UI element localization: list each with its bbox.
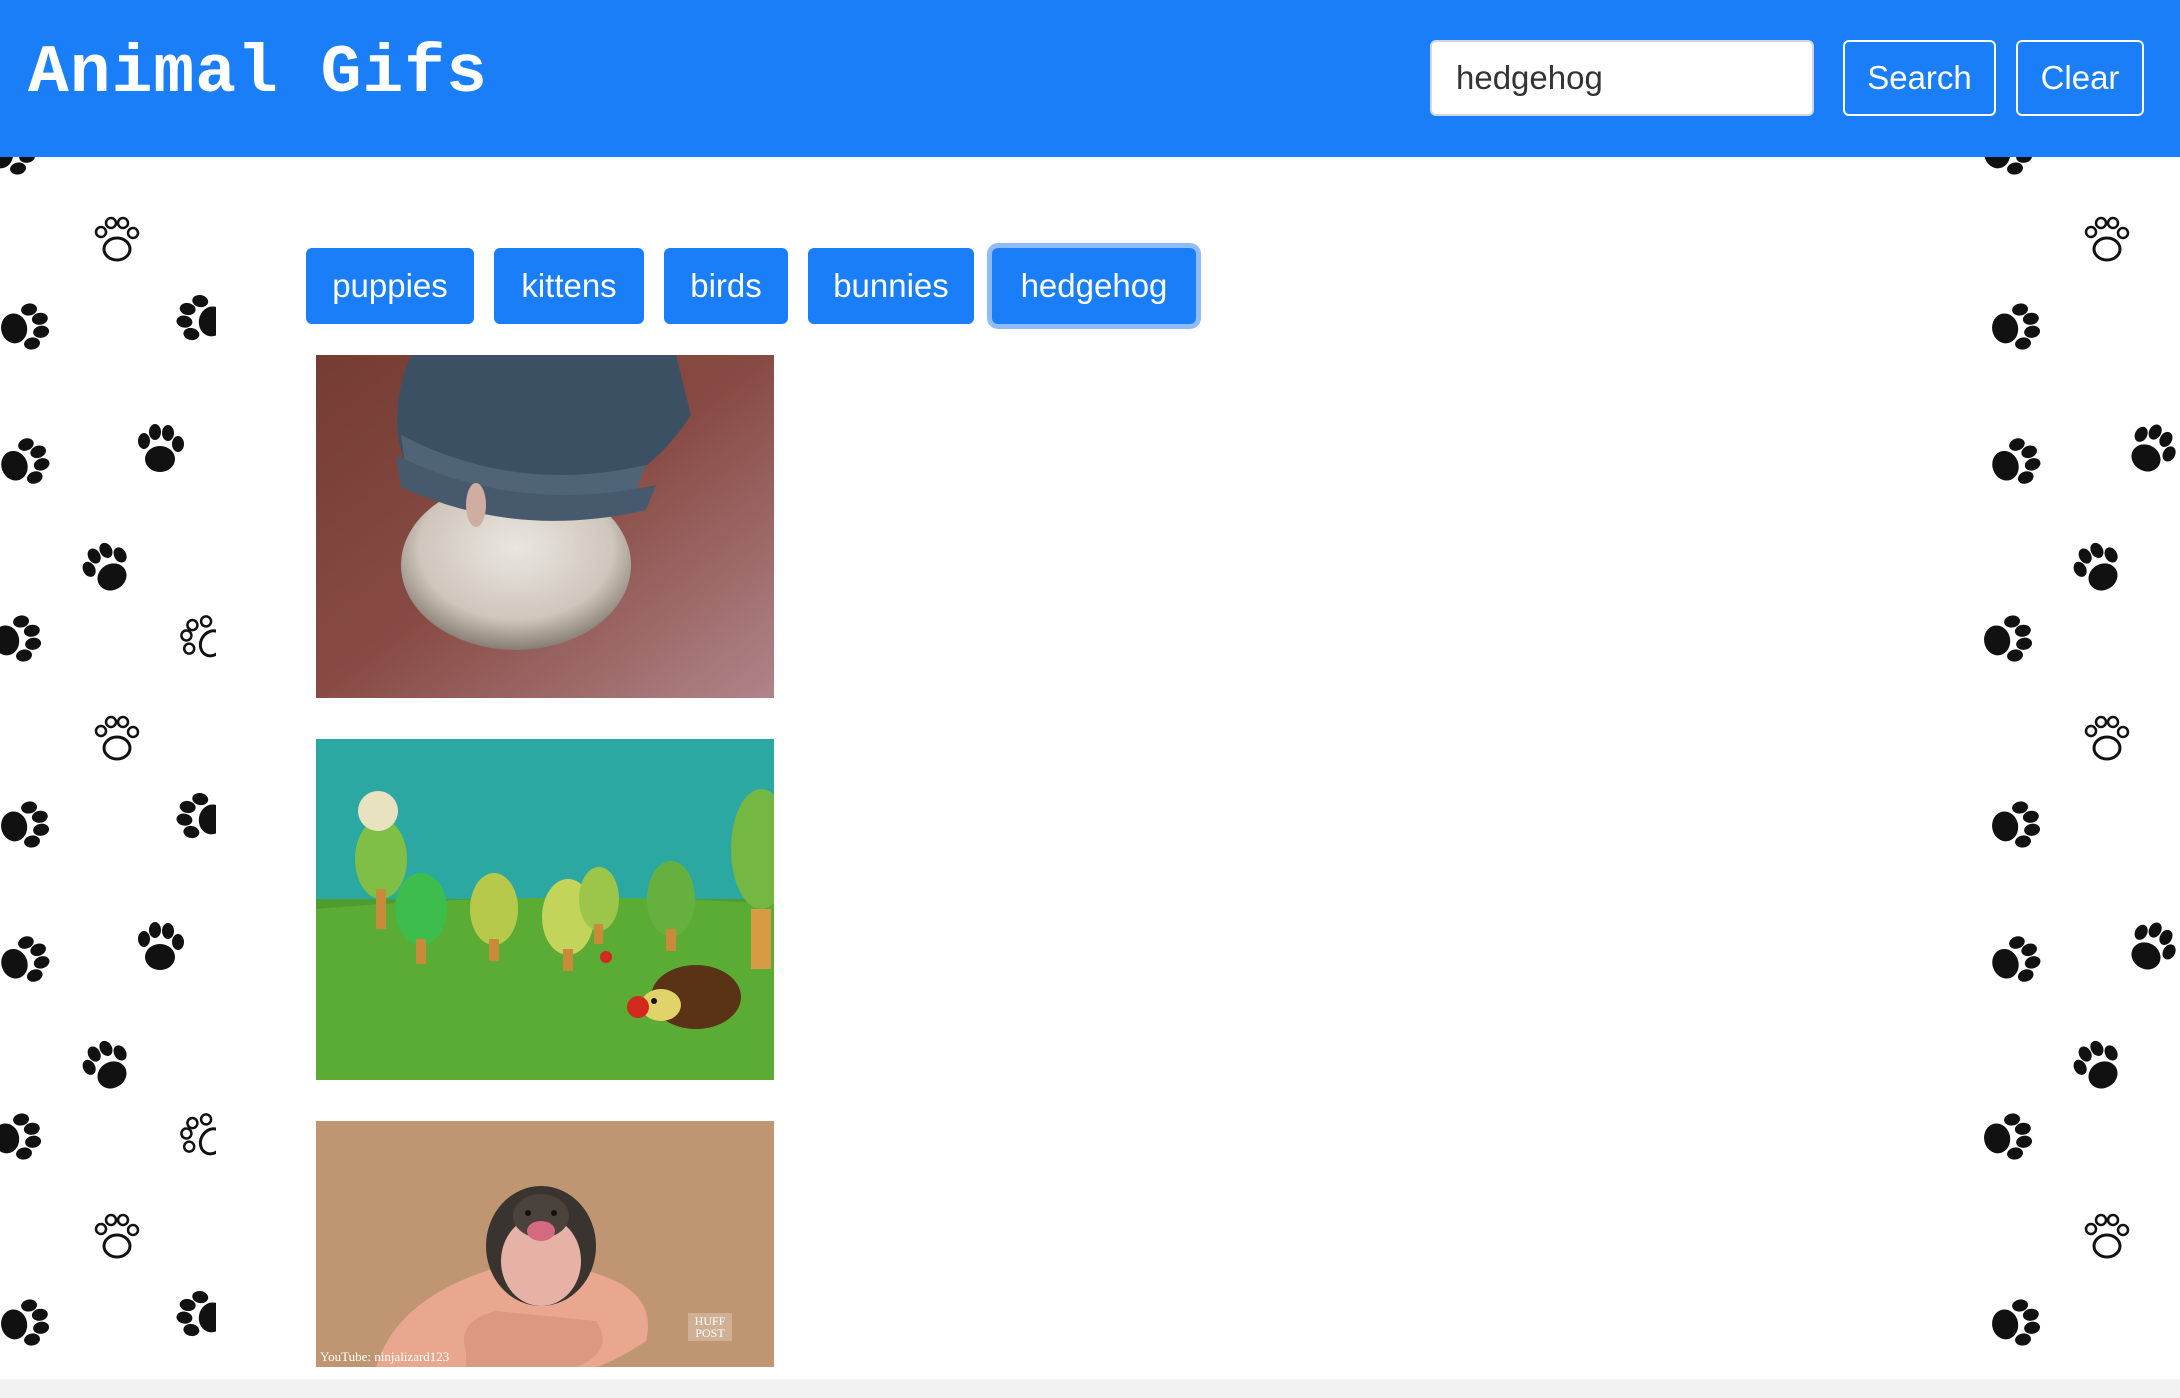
paw-pattern-left <box>0 157 216 1379</box>
paw-print-icon <box>0 1296 53 1351</box>
horizontal-scrollbar-track[interactable] <box>0 1379 2180 1398</box>
gif-image <box>316 739 774 1080</box>
search-button[interactable]: Search <box>1843 40 1996 116</box>
clear-button[interactable]: Clear <box>2016 40 2144 116</box>
paw-print-icon <box>2084 216 2130 262</box>
paw-print-icon <box>2066 1032 2131 1098</box>
paw-print-icon <box>2084 1213 2130 1259</box>
paw-print-icon <box>0 612 45 667</box>
paw-print-icon <box>0 300 53 355</box>
paw-print-icon <box>75 1032 140 1098</box>
paw-print-icon <box>173 608 216 669</box>
gif-result-3[interactable]: YouTube: ninjalizard123 HUFF POST <box>316 1121 774 1367</box>
search-input[interactable] <box>1430 40 1814 116</box>
paw-print-icon <box>173 1287 216 1342</box>
app-title: Animal Gifs <box>28 35 488 112</box>
paw-print-icon <box>1988 1296 2044 1351</box>
paw-print-icon <box>0 157 39 180</box>
paw-print-icon <box>2084 715 2130 761</box>
paw-print-icon <box>138 922 184 970</box>
paw-print-icon <box>1988 300 2044 355</box>
category-button-birds[interactable]: birds <box>664 248 788 324</box>
paw-print-icon <box>173 291 216 346</box>
category-button-puppies[interactable]: puppies <box>306 248 474 324</box>
paw-print-icon <box>94 216 140 262</box>
paw-print-icon <box>2120 416 2180 482</box>
paw-print-icon <box>94 715 140 761</box>
paw-print-icon <box>1980 1110 2036 1165</box>
paw-print-icon <box>2066 534 2131 600</box>
category-button-kittens[interactable]: kittens <box>494 248 644 324</box>
paw-print-icon <box>173 1106 216 1167</box>
paw-print-icon <box>1988 798 2044 853</box>
paw-print-icon <box>94 1213 140 1259</box>
paw-print-icon <box>1980 157 2036 180</box>
gif-result-1[interactable] <box>316 355 774 698</box>
category-button-bunnies[interactable]: bunnies <box>808 248 974 324</box>
paw-print-icon <box>0 433 56 493</box>
paw-print-icon <box>1985 433 2047 493</box>
gif-image <box>316 355 774 698</box>
paw-pattern-svg <box>1980 157 2180 1351</box>
paw-print-icon <box>0 798 53 853</box>
paw-print-icon <box>173 789 216 844</box>
paw-pattern-svg <box>0 157 216 1351</box>
paw-print-icon <box>75 534 140 600</box>
paw-print-icon <box>138 424 184 472</box>
gif-caption: YouTube: ninjalizard123 <box>320 1349 450 1364</box>
paw-print-icon <box>1985 931 2047 991</box>
category-button-hedgehog[interactable]: hedgehog <box>992 248 1196 324</box>
paw-print-icon <box>2120 914 2180 980</box>
paw-print-icon <box>0 1110 45 1165</box>
gif-result-2[interactable] <box>316 739 774 1080</box>
paw-print-icon <box>0 931 56 991</box>
paw-print-icon <box>1980 612 2036 667</box>
gif-watermark: HUFF POST <box>688 1313 732 1341</box>
navbar: Animal Gifs Search Clear <box>0 0 2180 157</box>
paw-pattern-right <box>1965 157 2180 1379</box>
